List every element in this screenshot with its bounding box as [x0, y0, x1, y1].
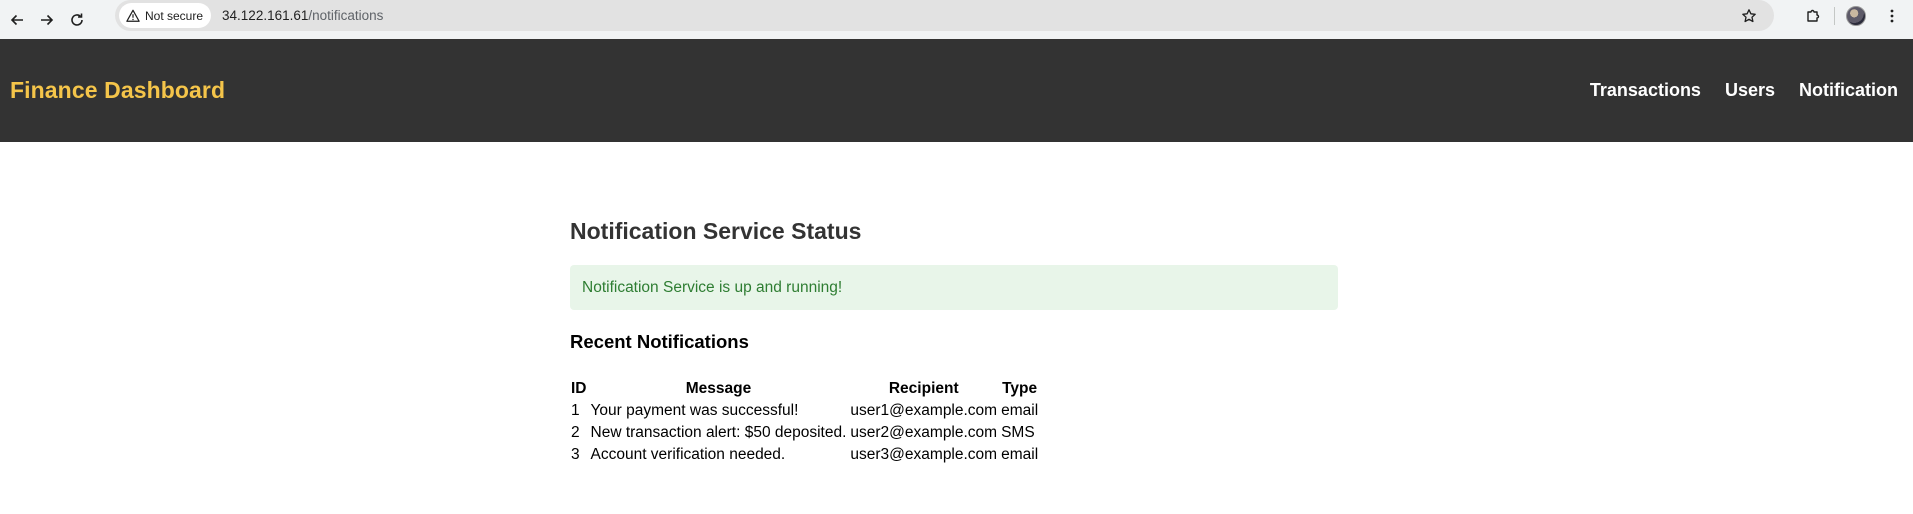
cell-message: Your payment was successful! [590, 402, 799, 419]
table-row: 2 New transaction alert: $50 deposited. … [570, 423, 1039, 443]
nav-link-notification[interactable]: Notification [1799, 80, 1898, 101]
avatar [1846, 5, 1866, 26]
column-header-type: Type [1002, 380, 1038, 397]
cell-type: email [1001, 446, 1039, 463]
column-header-id: ID [571, 380, 587, 397]
toolbar-divider [1834, 6, 1835, 25]
cell-message: New transaction alert: $50 deposited. [590, 424, 847, 441]
browser-toolbar: Not secure 34.122.161.61/notifications [0, 0, 1913, 39]
warning-icon [126, 9, 140, 22]
cell-id: 1 [571, 402, 580, 419]
puzzle-icon [1807, 9, 1820, 22]
page-title: Notification Service Status [570, 218, 862, 244]
menu-button[interactable] [1877, 1, 1907, 31]
url-text[interactable]: 34.122.161.61/notifications [222, 8, 383, 23]
table-row: 3 Account verification needed. user3@exa… [570, 445, 1039, 465]
cell-type: SMS [1001, 424, 1035, 441]
notifications-table: ID Message Recipient Type 1 Your payment… [568, 377, 1041, 467]
star-icon [1742, 9, 1756, 23]
back-button[interactable] [2, 5, 32, 35]
cell-id: 3 [571, 446, 580, 463]
url-path: /notifications [308, 8, 384, 23]
nav-link-users[interactable]: Users [1725, 80, 1775, 101]
table-header-row: ID Message Recipient Type [570, 379, 1039, 399]
toolbar-actions [1798, 0, 1907, 31]
status-banner: Notification Service is up and running! [570, 265, 1338, 310]
cell-recipient: user2@example.com [850, 424, 998, 441]
nav-link-transactions[interactable]: Transactions [1590, 80, 1701, 101]
extensions-button[interactable] [1798, 1, 1828, 31]
section-title: Recent Notifications [570, 331, 749, 352]
kebab-menu-icon [1890, 9, 1894, 22]
nav-links: Transactions Users Notification [1590, 80, 1898, 101]
security-label: Not secure [145, 8, 204, 23]
cell-recipient: user3@example.com [850, 446, 998, 463]
column-header-message: Message [685, 380, 752, 397]
app-navbar: Finance Dashboard Transactions Users Not… [0, 39, 1913, 142]
profile-button[interactable] [1841, 1, 1871, 31]
security-chip[interactable]: Not secure [119, 3, 212, 28]
reload-button[interactable] [62, 5, 92, 35]
main-content: Notification Service Status Notification… [570, 142, 1338, 467]
url-host: 34.122.161.61 [222, 8, 309, 23]
table-row: 1 Your payment was successful! user1@exa… [570, 401, 1039, 421]
arrow-left-icon [10, 14, 23, 25]
address-bar[interactable]: Not secure 34.122.161.61/notifications [115, 0, 1774, 31]
column-header-recipient: Recipient [888, 380, 959, 397]
arrow-right-icon [41, 14, 54, 25]
cell-id: 2 [571, 424, 580, 441]
bookmark-button[interactable] [1734, 1, 1764, 31]
cell-message: Account verification needed. [590, 446, 786, 463]
brand-title[interactable]: Finance Dashboard [10, 77, 225, 104]
reload-icon [71, 13, 83, 26]
cell-type: email [1001, 402, 1039, 419]
cell-recipient: user1@example.com [850, 402, 998, 419]
forward-button[interactable] [32, 5, 62, 35]
